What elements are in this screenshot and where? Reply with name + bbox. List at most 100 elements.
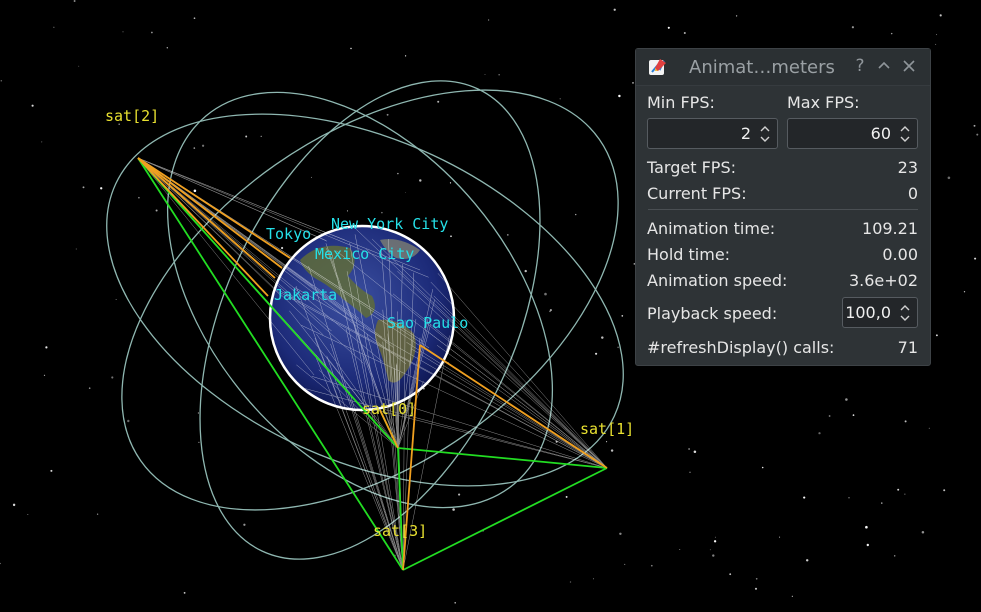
link-line bbox=[137, 157, 276, 279]
star bbox=[818, 432, 821, 435]
star bbox=[845, 398, 848, 401]
link-line bbox=[137, 157, 269, 297]
star bbox=[151, 31, 153, 34]
star bbox=[506, 234, 509, 236]
star bbox=[805, 559, 809, 562]
star bbox=[679, 548, 681, 551]
star bbox=[712, 554, 715, 557]
animation-speed-label: Animation speed: bbox=[647, 271, 788, 290]
satellite-label-sat1: sat[1] bbox=[580, 420, 634, 438]
star bbox=[683, 31, 686, 35]
dialog-title: Animat…meters bbox=[689, 57, 835, 78]
star bbox=[928, 427, 930, 429]
star bbox=[881, 502, 883, 504]
max-fps-label: Max FPS: bbox=[787, 93, 860, 112]
star bbox=[947, 176, 951, 180]
star bbox=[851, 26, 854, 29]
star bbox=[828, 415, 831, 417]
star bbox=[197, 412, 200, 414]
star bbox=[973, 124, 976, 127]
star bbox=[729, 573, 732, 576]
help-button[interactable]: ? bbox=[850, 55, 870, 77]
star bbox=[138, 196, 140, 199]
star bbox=[592, 578, 595, 580]
star bbox=[458, 493, 461, 496]
spin-arrows-icon[interactable] bbox=[898, 302, 912, 324]
mesh-line bbox=[137, 157, 324, 336]
star bbox=[155, 209, 158, 212]
playback-speed-value: 100,0 bbox=[845, 303, 891, 322]
star bbox=[779, 536, 781, 538]
star bbox=[88, 387, 91, 389]
app-icon bbox=[649, 59, 666, 75]
star bbox=[198, 441, 200, 444]
star bbox=[100, 187, 103, 190]
star bbox=[193, 17, 196, 20]
star bbox=[544, 292, 547, 296]
star bbox=[569, 581, 572, 583]
star bbox=[454, 602, 457, 604]
star bbox=[488, 19, 490, 21]
star bbox=[650, 564, 653, 567]
star bbox=[397, 172, 399, 175]
star bbox=[452, 508, 455, 511]
star bbox=[693, 450, 697, 453]
city-label-new-york: New York City bbox=[331, 215, 448, 233]
star bbox=[549, 309, 552, 312]
star bbox=[45, 346, 48, 349]
star bbox=[791, 595, 793, 597]
star bbox=[921, 531, 925, 534]
star bbox=[405, 192, 406, 193]
star bbox=[735, 15, 738, 17]
city-label-jakarta: Jakarta bbox=[274, 286, 337, 304]
star bbox=[890, 32, 893, 35]
star bbox=[714, 536, 716, 538]
satellite-label-sat0: sat[0] bbox=[362, 400, 416, 418]
star bbox=[618, 94, 621, 98]
dialog-titlebar[interactable]: Animat…meters ? bbox=[636, 49, 930, 86]
city-label-mexico-city: Mexico City bbox=[315, 245, 414, 263]
star bbox=[606, 441, 608, 443]
max-fps-spinbox[interactable]: 60 bbox=[787, 118, 918, 149]
star bbox=[939, 14, 942, 17]
playback-speed-spinbox[interactable]: 100,0 bbox=[842, 297, 918, 328]
spin-arrows-icon[interactable] bbox=[898, 123, 912, 145]
star bbox=[193, 189, 197, 193]
star bbox=[201, 144, 205, 147]
star bbox=[260, 135, 262, 137]
star bbox=[974, 257, 977, 260]
star bbox=[386, 113, 389, 116]
mesh-line bbox=[436, 345, 608, 469]
min-fps-spinbox[interactable]: 2 bbox=[647, 118, 778, 149]
star bbox=[281, 246, 284, 250]
star bbox=[524, 269, 527, 273]
link-line bbox=[137, 157, 283, 269]
star bbox=[419, 179, 422, 182]
city-label-tokyo: Tokyo bbox=[266, 225, 311, 243]
min-fps-label: Min FPS: bbox=[647, 93, 715, 112]
star bbox=[122, 31, 124, 33]
star bbox=[484, 74, 486, 76]
spin-arrows-icon[interactable] bbox=[758, 123, 772, 145]
animation-time-label: Animation time: bbox=[647, 219, 776, 238]
max-fps-value: 60 bbox=[870, 124, 891, 143]
star bbox=[624, 563, 626, 565]
star bbox=[904, 493, 906, 495]
star bbox=[450, 235, 452, 238]
refresh-calls-value: 71 bbox=[897, 338, 918, 357]
star bbox=[755, 577, 758, 580]
star bbox=[559, 98, 561, 100]
star bbox=[866, 543, 869, 547]
star bbox=[613, 8, 616, 11]
star bbox=[713, 540, 717, 543]
close-button[interactable] bbox=[899, 55, 919, 77]
star bbox=[709, 549, 711, 551]
star bbox=[619, 532, 622, 536]
minimize-button[interactable] bbox=[874, 55, 894, 77]
star bbox=[754, 587, 758, 590]
star bbox=[404, 55, 407, 57]
star bbox=[893, 555, 896, 557]
star bbox=[350, 47, 352, 50]
star bbox=[688, 448, 691, 450]
hold-time-value: 0.00 bbox=[882, 245, 918, 264]
